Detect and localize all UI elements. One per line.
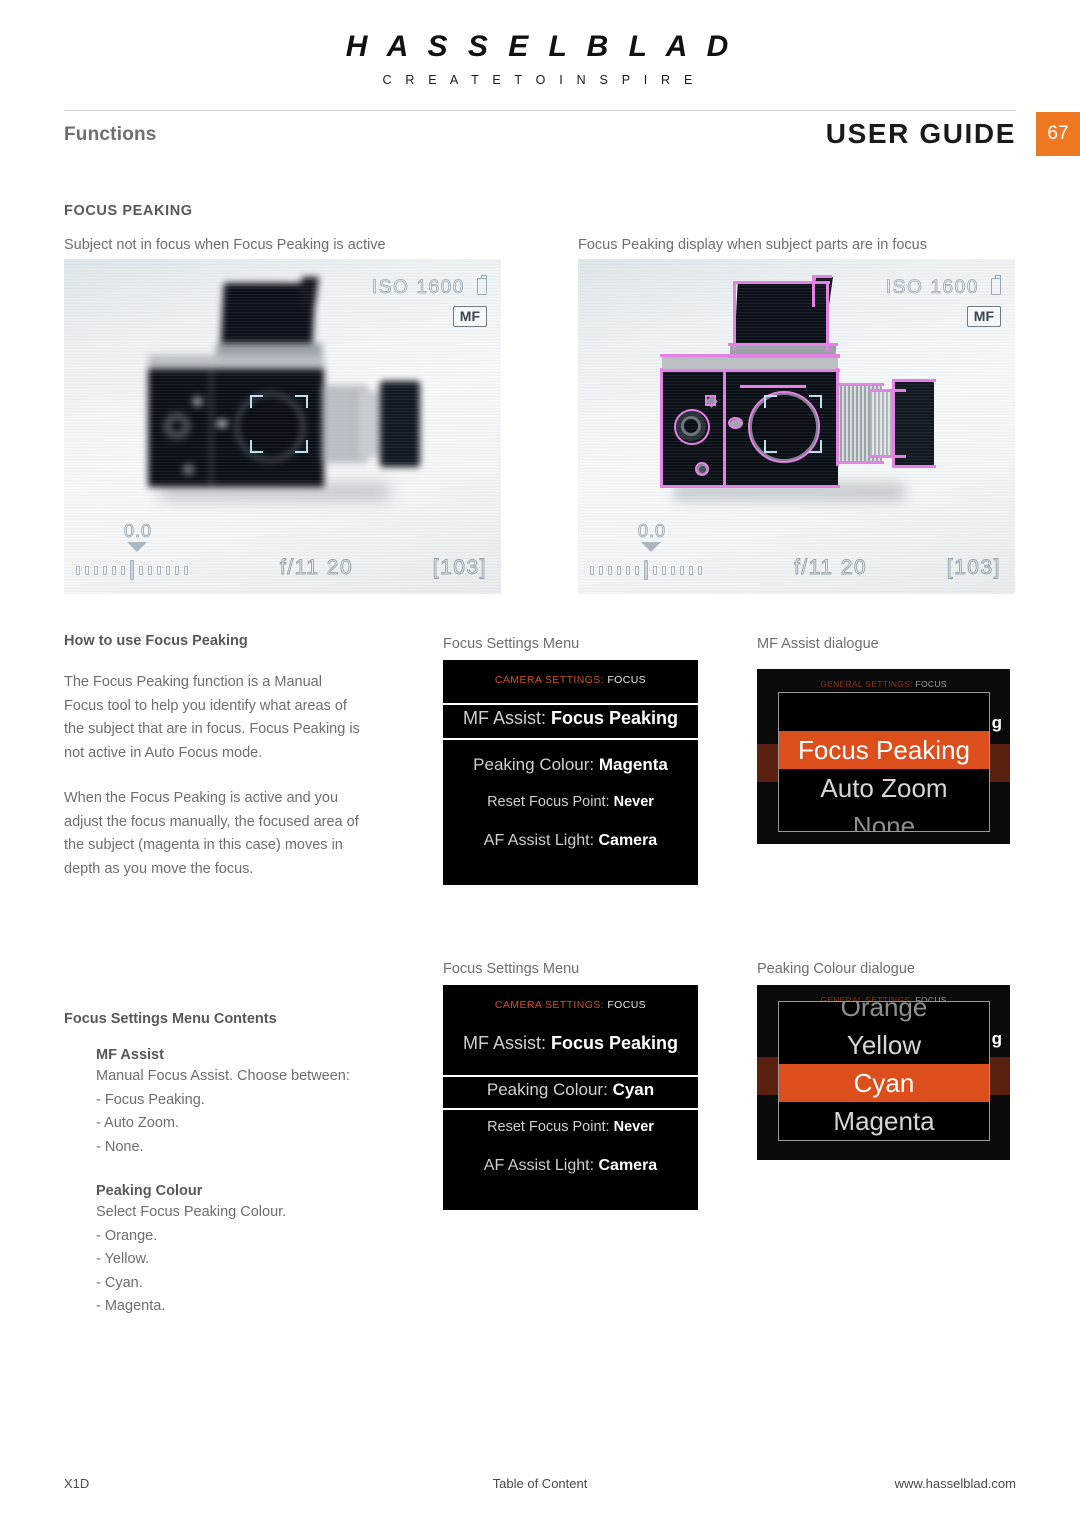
article-paragraph-2: When the Focus Peaking is active and you… [64, 790, 359, 877]
dialogue-option-cyan[interactable]: Cyan [779, 1064, 989, 1102]
dialogue-ghost-text: g [991, 713, 1002, 732]
footer-website-link[interactable]: www.hasselblad.com [895, 1476, 1016, 1491]
mf-assist-dialogue: GENERAL SETTINGS: FOCUS g Focus Peaking … [757, 669, 1010, 844]
menu-row-reset-focus-point[interactable]: Reset Focus Point: Never [443, 794, 698, 810]
mf-assist-option: - Auto Zoom. [96, 1115, 180, 1131]
dialogue-option-magenta[interactable]: Magenta [779, 1102, 989, 1140]
aperture-shutter-readout: f/11 20 [794, 556, 868, 580]
photo-caption-left: Subject not in focus when Focus Peaking … [64, 237, 386, 253]
dialogue-option-focus-peaking[interactable]: Focus Peaking [779, 731, 989, 769]
menu-header-value: FOCUS [607, 999, 647, 1011]
frames-remaining-readout: [103] [432, 556, 487, 580]
dialogue-header-label: GENERAL SETTINGS: [820, 679, 913, 689]
brand-block: H A S S E L B L A D C R E A T E T O I N … [0, 30, 1080, 87]
menu-row-label: Peaking Colour: [473, 755, 595, 774]
exposure-compensation-readout: 0.0 [638, 521, 667, 542]
brand-wordmark: H A S S E L B L A D [345, 30, 735, 63]
dialogue-header: GENERAL SETTINGS: FOCUS [757, 679, 1010, 689]
menu-row-label: AF Assist Light: [483, 1157, 595, 1174]
menu-row-af-assist-light[interactable]: AF Assist Light: Camera [443, 832, 698, 850]
menu-row-reset-focus-point[interactable]: Reset Focus Point: Never [443, 1119, 698, 1135]
menu-row-value: Camera [598, 832, 658, 849]
af-frame-icon [764, 395, 822, 453]
dialogue-option-none[interactable]: None [779, 807, 989, 831]
af-frame-icon [250, 395, 308, 453]
exposure-indicator-icon [127, 542, 147, 552]
page-section-label: Functions [64, 124, 157, 145]
frames-remaining-readout: [103] [946, 556, 1001, 580]
dialogue-option-auto-zoom[interactable]: Auto Zoom [779, 769, 989, 807]
exposure-scale-icon [590, 560, 714, 580]
menu-row-label: AF Assist Light: [483, 832, 595, 849]
menu-row-af-assist-light[interactable]: AF Assist Light: Camera [443, 1157, 698, 1175]
menu-row-label: Reset Focus Point: [487, 1119, 610, 1135]
menu-header: CAMERA SETTINGS: FOCUS [443, 674, 698, 686]
user-guide-page: H A S S E L B L A D C R E A T E T O I N … [0, 0, 1080, 1527]
dialogue-ghost-text: g [991, 1029, 1002, 1048]
mf-assist-block: MF Assist Manual Focus Assist. Choose be… [96, 1047, 364, 1159]
article-paragraph-1: The Focus Peaking function is a Manual F… [64, 674, 360, 761]
exposure-compensation-readout: 0.0 [124, 521, 153, 542]
page-title: USER GUIDE [825, 118, 1016, 149]
dialogue-option-orange[interactable]: Orange [779, 1002, 989, 1026]
focus-settings-menu-1: CAMERA SETTINGS: FOCUS MF Assist: Focus … [443, 660, 698, 885]
photo-caption-right: Focus Peaking display when subject parts… [578, 237, 927, 253]
dialogue-caption: Peaking Colour dialogue [757, 961, 915, 977]
battery-icon [991, 275, 1001, 295]
iso-readout: ISO 1600 [885, 277, 979, 299]
peaking-colour-description: Select Focus Peaking Colour. [96, 1204, 287, 1220]
article-heading: How to use Focus Peaking [64, 633, 248, 649]
menu-row-value: Never [613, 1119, 654, 1135]
menu-row-value: Camera [598, 1157, 658, 1174]
peaking-colour-option: - Orange. [96, 1227, 158, 1244]
menu-selection-highlight [416, 1075, 726, 1110]
aperture-shutter-readout: f/11 20 [280, 556, 354, 580]
focus-mode-badge: MF [452, 306, 487, 327]
menu-caption: Focus Settings Menu [443, 636, 580, 652]
menu-row-label: MF Assist: [462, 1033, 546, 1053]
peaking-colour-title: Peaking Colour [96, 1183, 203, 1199]
dialogue-option-yellow[interactable]: Yellow [779, 1026, 989, 1064]
mf-assist-title: MF Assist [96, 1047, 164, 1063]
section-heading: FOCUS PEAKING [64, 203, 193, 219]
header-divider [64, 110, 1016, 111]
menu-header-value: FOCUS [607, 674, 647, 686]
iso-readout: ISO 1600 [371, 277, 465, 299]
article-how-to: How to use Focus Peaking The Focus Peaki… [64, 633, 364, 903]
dialogue-header-value: FOCUS [915, 679, 947, 689]
menu-row-value: Focus Peaking [550, 1033, 679, 1053]
peaking-colour-option: - Yellow. [96, 1251, 150, 1267]
brand-tagline: C R E A T E T O I N S P I R E [382, 73, 698, 87]
article-menu-contents: Focus Settings Menu Contents MF Assist M… [64, 1011, 364, 1319]
menu-row-label: Reset Focus Point: [487, 794, 610, 810]
menu-row-mf-assist[interactable]: MF Assist: Focus Peaking [443, 1033, 698, 1054]
battery-icon [477, 275, 487, 295]
contents-heading: Focus Settings Menu Contents [64, 1011, 277, 1027]
menu-header: CAMERA SETTINGS: FOCUS [443, 999, 698, 1011]
dialogue-caption: MF Assist dialogue [757, 636, 879, 652]
menu-row-value: Magenta [598, 755, 668, 774]
peaking-colour-option: - Cyan. [96, 1274, 143, 1291]
peaking-colour-option: - Magenta. [96, 1298, 166, 1314]
menu-selection-highlight [416, 703, 726, 740]
menu-row-value: Never [613, 794, 654, 810]
menu-row-peaking-colour[interactable]: Peaking Colour: Magenta [443, 755, 698, 775]
exposure-scale-icon [76, 560, 200, 580]
lcd-preview-out-of-focus: ISO 1600 MF 0.0 f/11 20 [103] [64, 259, 501, 594]
page-number-badge: 67 [1036, 112, 1080, 156]
lcd-preview-focus-peaking: ISO 1600 MF 0.0 f/11 20 [103] [578, 259, 1015, 594]
mf-assist-option: - None. [96, 1138, 144, 1155]
menu-header-label: CAMERA SETTINGS: [494, 999, 604, 1011]
peaking-colour-dialogue: GENERAL SETTINGS: FOCUS g Orange Yellow … [757, 985, 1010, 1160]
mf-assist-option: - Focus Peaking. [96, 1091, 205, 1108]
menu-header-label: CAMERA SETTINGS: [494, 674, 604, 686]
exposure-indicator-icon [641, 542, 661, 552]
dialogue-option-panel: Focus Peaking Auto Zoom None [778, 692, 990, 832]
menu-caption: Focus Settings Menu [443, 961, 580, 977]
peaking-colour-block: Peaking Colour Select Focus Peaking Colo… [96, 1183, 364, 1319]
focus-mode-badge: MF [966, 306, 1001, 327]
mf-assist-description: Manual Focus Assist. Choose between: [96, 1068, 350, 1084]
dialogue-option-panel: Orange Yellow Cyan Magenta [778, 1001, 990, 1141]
